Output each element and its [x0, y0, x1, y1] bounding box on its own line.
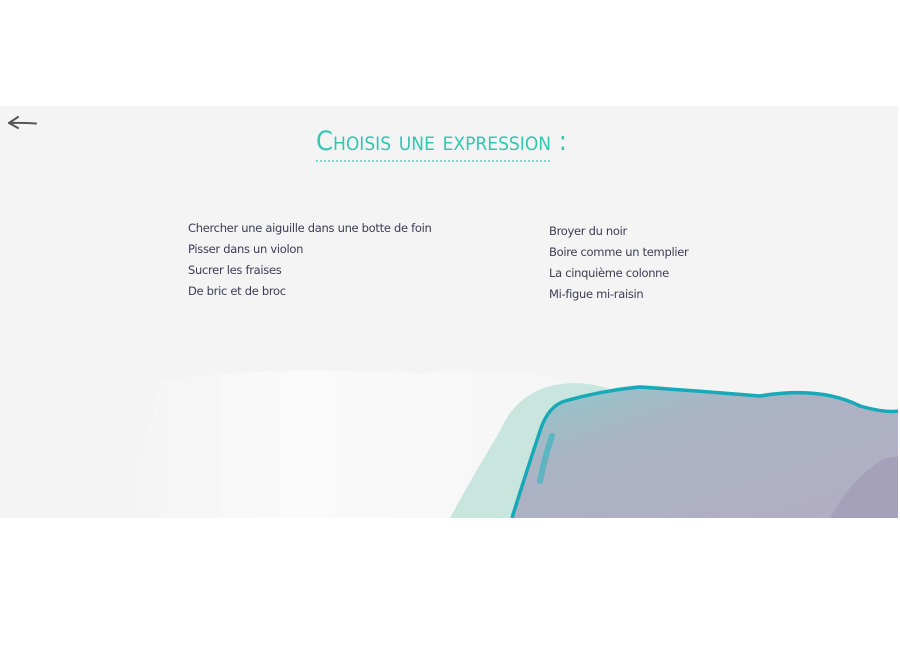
back-button[interactable] — [6, 112, 40, 134]
watercolor-decoration — [120, 370, 898, 518]
expression-item[interactable]: Mi-figue mi-raisin — [549, 284, 688, 305]
expression-item[interactable]: Sucrer les fraises — [188, 260, 431, 281]
page-title: Choisis une expression : — [316, 126, 567, 162]
expression-item[interactable]: Broyer du noir — [549, 221, 688, 242]
expression-item[interactable]: Pisser dans un violon — [188, 239, 431, 260]
expression-item[interactable]: La cinquième colonne — [549, 263, 688, 284]
expression-panel: Choisis une expression : Chercher une ai… — [0, 106, 898, 518]
expression-list-right: Broyer du noir Boire comme un templier L… — [549, 221, 689, 305]
arrow-left-icon — [8, 116, 37, 129]
expression-item[interactable]: Chercher une aiguille dans une botte de … — [188, 218, 432, 239]
expression-item[interactable]: De bric et de broc — [188, 281, 431, 302]
expression-list-left: Chercher une aiguille dans une botte de … — [188, 218, 432, 302]
expression-item[interactable]: Boire comme un templier — [549, 242, 689, 263]
